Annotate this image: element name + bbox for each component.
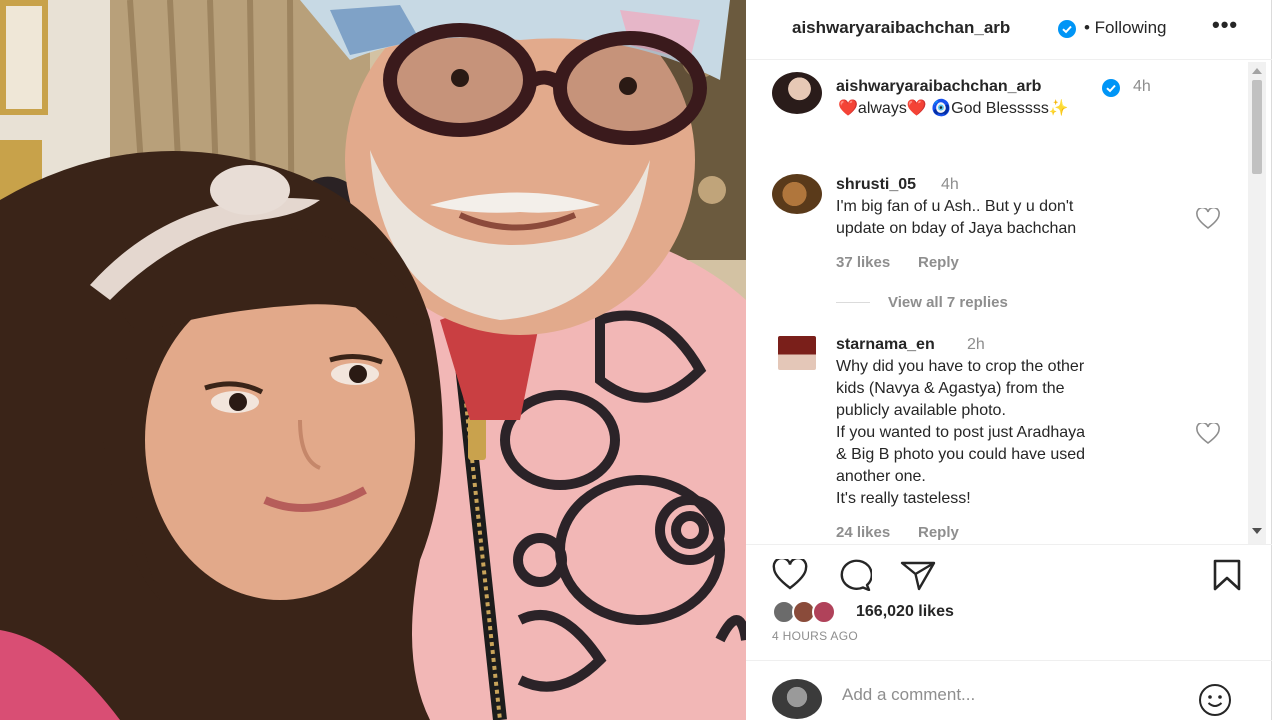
replies-divider: [836, 302, 870, 303]
comment-likes[interactable]: 24 likes: [836, 524, 890, 541]
comments-scrollbar[interactable]: [1248, 62, 1266, 544]
add-comment-bar: [746, 660, 1272, 720]
post-details-panel: aishwaryaraibachchan_arb • Following •••…: [746, 0, 1280, 720]
like-comment-heart-icon[interactable]: [1196, 206, 1220, 235]
comment-time: 2h: [967, 336, 985, 353]
comment-bubble-icon[interactable]: [836, 559, 873, 596]
header-username[interactable]: aishwaryaraibachchan_arb: [792, 18, 1010, 38]
comment-time: 4h: [941, 176, 959, 193]
following-status[interactable]: • Following: [1084, 18, 1167, 38]
verified-badge-icon: [1102, 79, 1120, 102]
add-comment-input[interactable]: [842, 685, 1182, 705]
photo-illustration: [0, 0, 746, 720]
caption-text: ❤️always❤️ 🧿God Blesssss✨: [838, 100, 1069, 117]
liker-avatar: [812, 600, 836, 624]
more-options-icon[interactable]: •••: [1212, 12, 1238, 38]
comment-text: Why did you have to crop the other kids …: [836, 358, 1086, 507]
post-photo[interactable]: [0, 0, 746, 720]
comment-username[interactable]: starnama_en: [836, 336, 935, 354]
comment-avatar[interactable]: [778, 336, 816, 370]
current-user-avatar: [772, 679, 822, 719]
caption-time: 4h: [1133, 78, 1151, 95]
emoji-picker-icon[interactable]: [1198, 683, 1232, 720]
save-bookmark-icon[interactable]: [1212, 559, 1242, 596]
comment-text: I'm big fan of u Ash.. But y u don't upd…: [836, 198, 1077, 237]
like-heart-icon[interactable]: [772, 556, 808, 596]
verified-badge-icon: [1058, 20, 1076, 43]
likes-count[interactable]: 166,020 likes: [856, 603, 954, 621]
comment-likes[interactable]: 37 likes: [836, 254, 890, 271]
comment-avatar[interactable]: [772, 174, 822, 214]
share-paper-plane-icon[interactable]: [900, 559, 936, 596]
reply-button[interactable]: Reply: [918, 524, 959, 541]
post-actions: [746, 545, 1272, 605]
reply-button[interactable]: Reply: [918, 254, 959, 271]
scroll-down-arrow-icon[interactable]: [1252, 528, 1262, 534]
post-header: aishwaryaraibachchan_arb • Following •••: [746, 0, 1272, 60]
comment-username[interactable]: shrusti_05: [836, 176, 916, 194]
comments-list: aishwaryaraibachchan_arb 4h ❤️always❤️ 🧿…: [746, 62, 1272, 544]
scroll-up-arrow-icon[interactable]: [1252, 68, 1262, 74]
view-replies-link[interactable]: View all 7 replies: [888, 294, 1008, 311]
like-comment-heart-icon[interactable]: [1196, 421, 1220, 450]
scrollbar-thumb[interactable]: [1252, 80, 1262, 174]
caption-avatar[interactable]: [772, 72, 822, 114]
caption-username[interactable]: aishwaryaraibachchan_arb: [836, 78, 1041, 96]
post-timestamp[interactable]: 4 HOURS AGO: [772, 629, 858, 643]
